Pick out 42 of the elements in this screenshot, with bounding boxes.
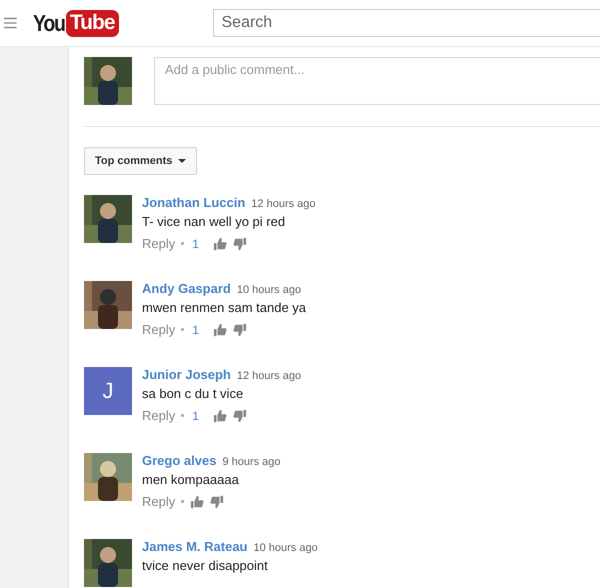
- author-link[interactable]: Andy Gaspard: [142, 281, 231, 296]
- separator-dot: [181, 242, 184, 245]
- reply-link[interactable]: Reply: [142, 408, 176, 423]
- author-link[interactable]: Junior Joseph: [142, 367, 231, 382]
- comment-text: mwen renmen sam tande ya: [142, 300, 306, 315]
- author-link[interactable]: Jonathan Luccin: [142, 195, 246, 210]
- separator-dot: [181, 414, 184, 417]
- comment-time: 10 hours ago: [236, 284, 302, 296]
- thumbs-down-icon[interactable]: [210, 494, 224, 508]
- logo-badge: Tube: [66, 10, 118, 36]
- comment-field[interactable]: Add a public comment...: [154, 57, 600, 105]
- comment-time: 10 hours ago: [254, 542, 318, 554]
- like-count: 1: [192, 236, 199, 250]
- author-link[interactable]: Grego alves: [142, 453, 216, 468]
- thumbs-up-icon[interactable]: [190, 494, 204, 508]
- thumbs-up-icon[interactable]: [212, 236, 227, 250]
- like-count: 1: [192, 322, 199, 336]
- separator-dot: [181, 500, 184, 503]
- search-field[interactable]: Search: [212, 9, 600, 37]
- menu-icon[interactable]: [4, 17, 17, 29]
- comment-text: tvice never disappoint: [142, 558, 269, 573]
- logo-text: You: [32, 10, 64, 36]
- thumbs-down-icon[interactable]: [232, 408, 247, 422]
- caret-icon: [178, 159, 186, 163]
- comment-text: sa bon c du t vice: [142, 386, 244, 401]
- reply-link[interactable]: Reply: [142, 322, 176, 337]
- comment-text: men kompaaaaa: [142, 472, 240, 487]
- reply-link[interactable]: Reply: [142, 236, 176, 251]
- comment-text: T- vice nan well yo pi red: [142, 214, 286, 229]
- thumbs-up-icon[interactable]: [212, 408, 227, 422]
- thumbs-down-icon[interactable]: [232, 236, 247, 250]
- avatar-letter: J: [84, 367, 132, 415]
- reply-link[interactable]: Reply: [142, 494, 176, 509]
- thumbs-up-icon[interactable]: [212, 322, 227, 336]
- comment-time: 12 hours ago: [236, 370, 302, 382]
- comment-time: 12 hours ago: [251, 198, 316, 210]
- separator-dot: [181, 328, 184, 331]
- comment-time: 9 hours ago: [222, 456, 281, 468]
- thumbs-down-icon[interactable]: [232, 322, 247, 336]
- like-count: 1: [192, 408, 199, 422]
- author-link[interactable]: James M. Rateau: [142, 539, 248, 554]
- sort-button[interactable]: Top comments: [84, 147, 198, 175]
